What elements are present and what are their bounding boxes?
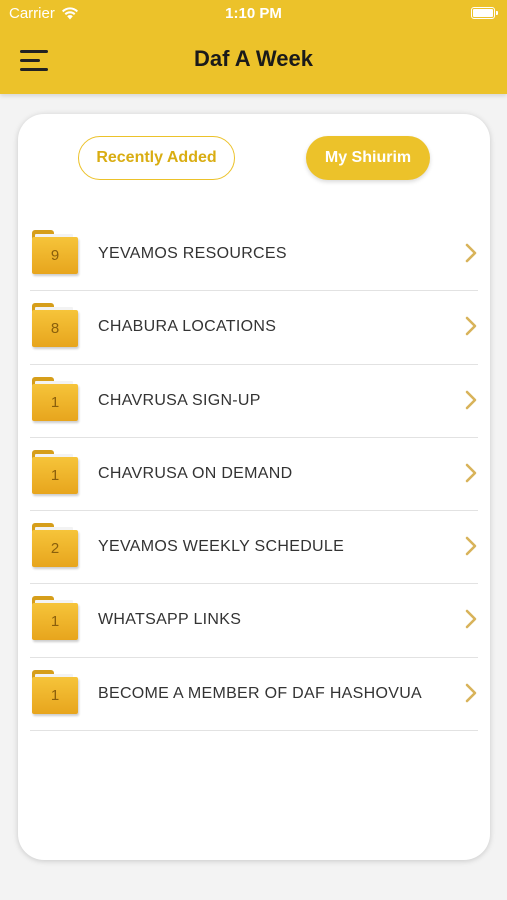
folder-icon: 9 — [32, 230, 78, 274]
chevron-right-icon — [465, 683, 477, 703]
list-item-label: CHABURA LOCATIONS — [98, 318, 277, 336]
folder-count: 1 — [32, 676, 78, 714]
folder-icon: 1 — [32, 449, 78, 494]
folder-count: 9 — [32, 237, 78, 274]
chevron-right-icon — [465, 610, 477, 629]
folder-icon: 1 — [32, 596, 78, 641]
list-item[interactable]: 9 YEVAMOS RESOURCES — [30, 218, 478, 292]
app-header: Carrier 1:10 PM Daf A Week — [0, 0, 507, 94]
battery-icon — [471, 7, 498, 19]
status-bar: Carrier 1:10 PM — [0, 0, 507, 28]
list-item-label: WHATSAPP LINKS — [98, 611, 242, 629]
chevron-right-icon — [465, 463, 477, 483]
list-item[interactable]: 2 YEVAMOS WEEKLY SCHEDULE — [30, 511, 478, 585]
chevron-right-icon — [465, 316, 477, 336]
list-item[interactable]: 1 BECOME A MEMBER OF DAF HASHOVUA — [30, 658, 478, 732]
folder-count: 1 — [32, 383, 78, 421]
list-item-label: BECOME A MEMBER OF DAF HASHOVUA — [98, 684, 423, 702]
tab-my-shiurim[interactable]: My Shiurim — [306, 136, 430, 180]
list-item[interactable]: 1 CHAVRUSA SIGN-UP — [30, 365, 478, 438]
folder-icon: 8 — [32, 303, 78, 348]
folder-icon: 1 — [32, 669, 78, 714]
page-title: Daf A Week — [193, 46, 313, 71]
folder-list: 9 YEVAMOS RESOURCES 8 CHABURA LOCATIONS … — [30, 218, 478, 732]
folder-icon: 1 — [32, 376, 78, 421]
chevron-right-icon — [465, 243, 477, 263]
list-item-label: YEVAMOS RESOURCES — [98, 245, 287, 262]
list-item[interactable]: 1 WHATSAPP LINKS — [30, 584, 478, 658]
list-item-label: YEVAMOS WEEKLY SCHEDULE — [98, 538, 345, 556]
list-item-label: CHAVRUSA ON DEMAND — [98, 464, 293, 482]
status-time: 1:10 PM — [225, 5, 282, 22]
folder-icon: 2 — [32, 523, 78, 568]
folder-count: 1 — [32, 603, 78, 641]
folder-count: 8 — [32, 310, 78, 348]
folder-count: 2 — [32, 530, 78, 568]
chevron-right-icon — [465, 536, 477, 556]
list-item-label: CHAVRUSA SIGN-UP — [98, 391, 261, 409]
chevron-right-icon — [465, 390, 477, 409]
folder-count: 1 — [32, 456, 78, 494]
list-item[interactable]: 1 CHAVRUSA ON DEMAND — [30, 438, 478, 512]
list-item[interactable]: 8 CHABURA LOCATIONS — [30, 291, 478, 365]
tab-recently-added[interactable]: Recently Added — [78, 136, 235, 180]
content-card: Recently Added My Shiurim 9 YEVAMOS RESO… — [18, 114, 490, 860]
